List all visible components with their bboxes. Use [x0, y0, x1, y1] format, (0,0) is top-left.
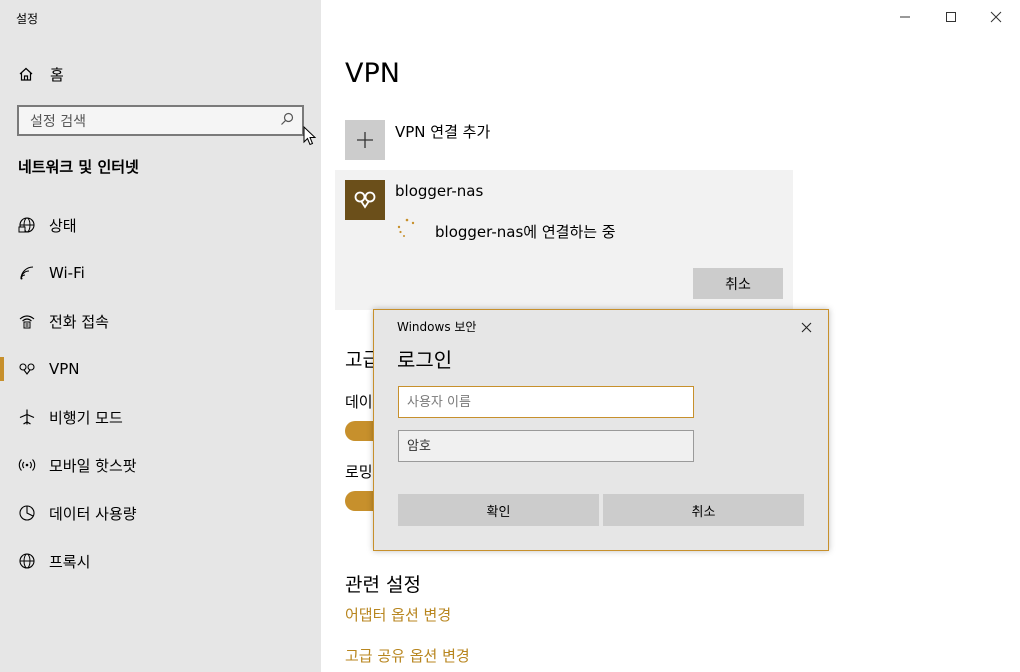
page-title: VPN — [345, 58, 400, 89]
sidebar-item-wifi[interactable]: Wi-Fi — [0, 253, 321, 293]
search-input[interactable]: 설정 검색 — [17, 105, 304, 136]
vpn-logo-icon — [345, 180, 385, 220]
app-title: 설정 — [16, 12, 39, 26]
sidebar-item-label: 데이터 사용량 — [49, 504, 137, 523]
metered-label: 데이 — [345, 393, 373, 411]
home-icon — [18, 66, 38, 82]
vpn-connection-name: blogger-nas — [395, 182, 484, 200]
sidebar-item-label: 프록시 — [49, 552, 91, 571]
maximize-icon — [945, 8, 957, 27]
roaming-label: 로밍 — [345, 463, 373, 481]
sharing-options-link[interactable]: 고급 공유 옵션 변경 — [345, 645, 470, 666]
data-usage-icon — [17, 504, 37, 522]
sidebar-item-hotspot[interactable]: 모바일 핫스팟 — [0, 445, 321, 485]
related-settings-heading: 관련 설정 — [345, 574, 421, 596]
search-placeholder: 설정 검색 — [30, 113, 86, 130]
plus-icon — [345, 120, 385, 160]
sidebar-item-data-usage[interactable]: 데이터 사용량 — [0, 493, 321, 533]
sidebar-item-label: 비행기 모드 — [49, 408, 123, 427]
add-vpn-button[interactable]: VPN 연결 추가 — [345, 120, 490, 160]
vpn-cancel-button[interactable]: 취소 — [693, 268, 783, 299]
sidebar-item-label: 전화 접속 — [49, 312, 109, 331]
sidebar-item-airplane[interactable]: 비행기 모드 — [0, 397, 321, 437]
sidebar-item-label: 상태 — [49, 216, 77, 235]
dialup-icon — [17, 312, 37, 330]
windows-security-dialog: Windows 보안 로그인 확인 취소 — [373, 309, 829, 551]
username-input[interactable] — [398, 386, 694, 418]
hotspot-icon — [17, 456, 37, 474]
vpn-connection-status: blogger-nas에 연결하는 중 — [435, 223, 616, 241]
sidebar-item-dialup[interactable]: 전화 접속 — [0, 301, 321, 341]
minimize-icon — [899, 8, 911, 27]
airplane-icon — [17, 408, 37, 426]
dialog-close-button[interactable] — [794, 316, 818, 338]
sidebar-item-label: 모바일 핫스팟 — [49, 456, 137, 475]
vpn-connection-card[interactable]: blogger-nas blogger-nas에 연결하는 중 취소 — [335, 170, 793, 310]
selection-indicator — [0, 357, 4, 381]
sidebar-item-vpn[interactable]: VPN — [0, 349, 321, 389]
sidebar-item-status[interactable]: 상태 — [0, 205, 321, 245]
close-button[interactable] — [973, 6, 1019, 28]
wifi-icon — [17, 264, 37, 282]
sidebar-home[interactable]: 홈 — [18, 62, 64, 86]
mouse-cursor-icon — [303, 125, 317, 150]
sidebar-home-label: 홈 — [50, 65, 64, 84]
adapter-options-link[interactable]: 어댑터 옵션 변경 — [345, 604, 451, 625]
sidebar-item-label: Wi-Fi — [49, 264, 85, 282]
search-icon[interactable] — [280, 111, 294, 130]
vpn-icon — [17, 360, 37, 378]
sidebar: 설정 홈 설정 검색 네트워크 및 인터넷 상태 Wi-Fi 전화 접속 VPN… — [0, 0, 321, 672]
ok-button[interactable]: 확인 — [398, 494, 599, 526]
password-input[interactable] — [398, 430, 694, 462]
close-icon — [801, 318, 812, 337]
globe-network-icon — [17, 216, 37, 234]
sidebar-item-proxy[interactable]: 프록시 — [0, 541, 321, 581]
maximize-button[interactable] — [928, 6, 974, 28]
add-vpn-label: VPN 연결 추가 — [395, 123, 491, 141]
close-icon — [990, 8, 1002, 27]
cancel-button[interactable]: 취소 — [603, 494, 804, 526]
dialog-title: Windows 보안 — [397, 320, 477, 334]
loading-spinner-icon — [397, 218, 417, 238]
sidebar-item-label: VPN — [49, 360, 80, 378]
section-title: 네트워크 및 인터넷 — [18, 158, 139, 176]
globe-icon — [17, 552, 37, 570]
dialog-heading: 로그인 — [397, 348, 453, 372]
minimize-button[interactable] — [882, 6, 928, 28]
